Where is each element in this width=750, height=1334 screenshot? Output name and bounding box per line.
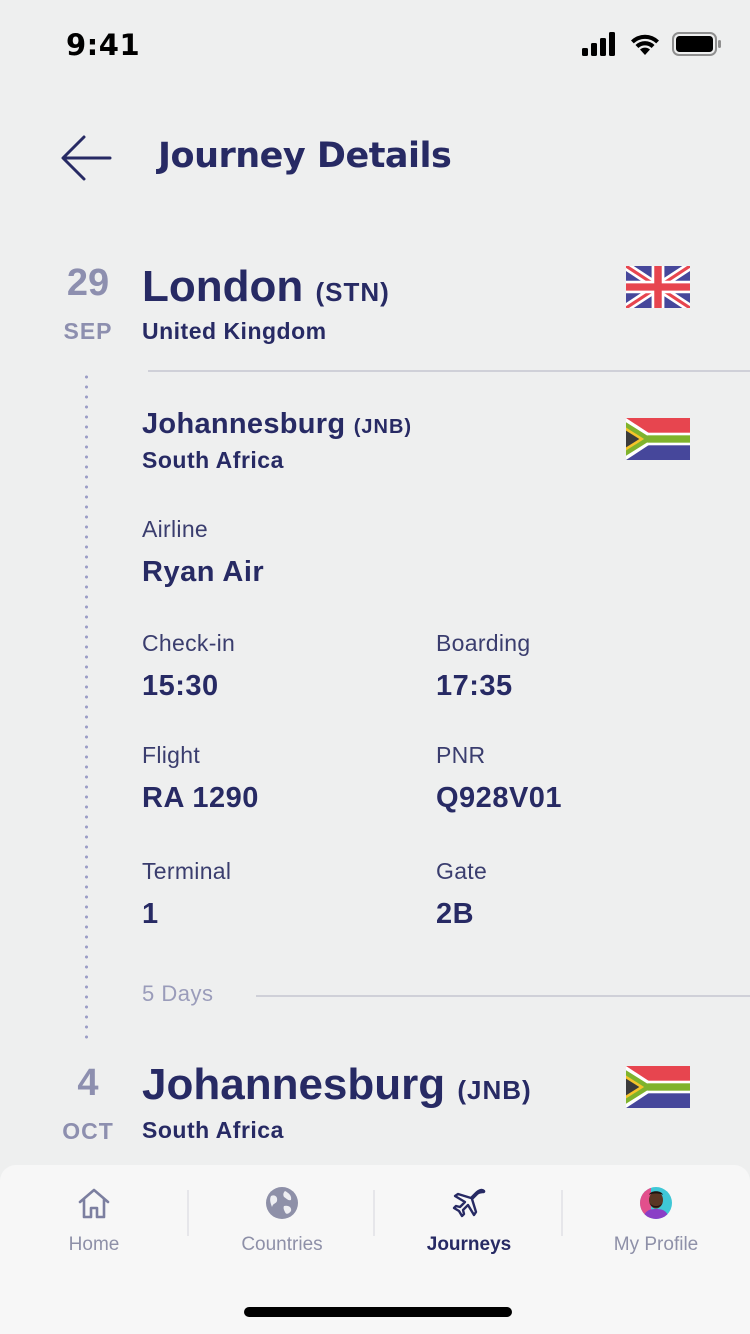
airline-label: Airline — [142, 516, 209, 542]
boarding-value: 17:35 — [436, 670, 513, 702]
segment-destination-country: South Africa — [142, 447, 284, 473]
gate-label: Gate — [436, 858, 488, 884]
gate-value: 2B — [436, 898, 475, 930]
south-africa-flag-icon — [626, 418, 690, 460]
pnr-value: Q928V01 — [436, 782, 563, 814]
duration-divider — [256, 995, 750, 997]
origin-date-month: SEP — [63, 318, 113, 344]
back-button[interactable] — [58, 130, 114, 186]
airplane-icon — [451, 1184, 487, 1222]
segment-destination-city: Johannesburg — [142, 408, 346, 440]
destination-airport-code: (JNB) — [457, 1075, 532, 1105]
destination-country: South Africa — [142, 1117, 284, 1143]
timeline-dotted-line — [85, 372, 88, 1044]
globe-icon — [265, 1184, 299, 1222]
page-title: Journey Details — [158, 136, 452, 176]
status-icons — [582, 32, 722, 56]
pnr-label: PNR — [436, 742, 486, 768]
tab-journeys[interactable]: Journeys — [375, 1184, 563, 1256]
flight-value: RA 1290 — [142, 782, 259, 814]
destination-city-name: Johannesburg — [142, 1060, 446, 1109]
origin-divider — [148, 370, 750, 372]
battery-icon — [672, 32, 721, 56]
cellular-signal-icon — [582, 32, 615, 56]
tab-countries[interactable]: Countries — [188, 1184, 376, 1256]
segment-destination-code: (JNB) — [353, 416, 413, 438]
destination-city: Johannesburg (JNB) — [142, 1060, 532, 1110]
trip-duration: 5 Days — [142, 981, 214, 1006]
tab-my-profile-label: My Profile — [613, 1234, 699, 1255]
origin-city: London (STN) — [142, 262, 390, 312]
tab-home[interactable]: Home — [0, 1184, 188, 1256]
tab-my-profile[interactable]: My Profile — [562, 1184, 750, 1256]
south-africa-flag-icon — [626, 1066, 690, 1108]
avatar — [639, 1184, 673, 1222]
checkin-label: Check-in — [142, 630, 236, 656]
origin-city-name: London — [142, 262, 304, 311]
tab-home-label: Home — [68, 1234, 120, 1255]
flight-label: Flight — [142, 742, 201, 768]
origin-country: United Kingdom — [142, 318, 327, 344]
terminal-value: 1 — [142, 898, 159, 930]
wifi-icon — [631, 34, 659, 55]
tab-journeys-label: Journeys — [426, 1234, 512, 1255]
status-time: 9:41 — [66, 28, 141, 62]
boarding-label: Boarding — [436, 630, 531, 656]
destination-date-day: 4 — [77, 1062, 99, 1104]
checkin-value: 15:30 — [142, 670, 219, 702]
home-indicator — [244, 1307, 512, 1317]
destination-date-month: OCT — [62, 1118, 114, 1144]
terminal-label: Terminal — [142, 858, 232, 884]
segment-destination: Johannesburg (JNB) — [142, 408, 412, 441]
tab-countries-label: Countries — [241, 1234, 323, 1255]
origin-airport-code: (STN) — [315, 277, 390, 307]
airline-value: Ryan Air — [142, 556, 265, 588]
arrow-left-icon — [61, 135, 112, 181]
uk-flag-icon — [626, 266, 690, 308]
origin-date-day: 29 — [66, 262, 110, 304]
home-icon — [77, 1184, 111, 1222]
